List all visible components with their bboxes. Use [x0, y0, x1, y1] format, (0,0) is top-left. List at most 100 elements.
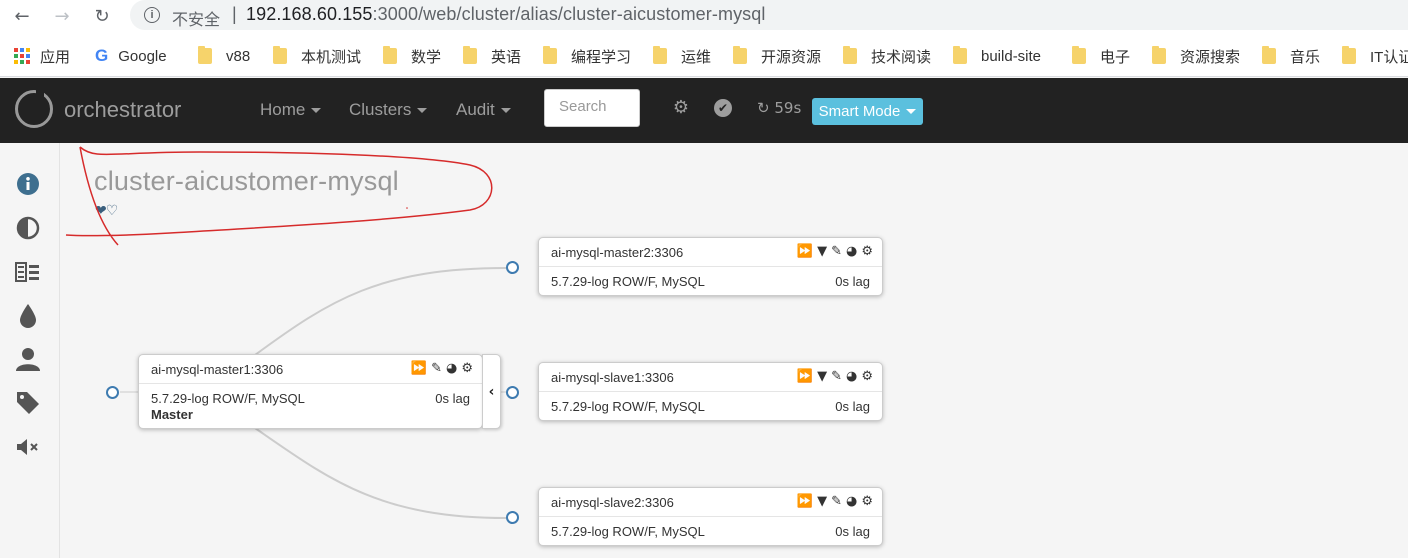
instance-body: 5.7.29-log ROW/F, MySQL 0s lag [539, 392, 882, 414]
bookmark-folder[interactable]: 技术阅读 [843, 46, 931, 66]
reload-button[interactable]: ↻ [90, 4, 114, 28]
tint-icon[interactable] [15, 303, 41, 329]
bookmark-label: IT认证 [1370, 48, 1408, 66]
left-sidebar [0, 143, 60, 558]
instance-version: 5.7.29-log ROW/F, MySQL [151, 391, 305, 406]
orchestrator-logo-icon[interactable] [15, 89, 53, 128]
url-text[interactable]: 192.168.60.155:3000/web/cluster/alias/cl… [246, 4, 765, 25]
instance-box[interactable]: ai-mysql-master2:3306 ⏩ ▼ ✎ ◕ ⚙ 5.7.29-log R… [538, 237, 883, 296]
cog-icon[interactable]: ⚙ [861, 369, 874, 384]
caret-down-icon [500, 108, 511, 114]
forward-icon[interactable]: ⏩ [411, 361, 428, 376]
folder-icon [1072, 46, 1086, 64]
check-circle-icon[interactable]: ✔ [714, 99, 732, 117]
pencil-icon[interactable]: ✎ [431, 361, 443, 376]
bookmark-label: 资源搜索 [1180, 48, 1241, 66]
nav-home-label: Home [260, 100, 306, 119]
page-title: cluster-aicustomer-mysql [94, 166, 399, 196]
bookmark-google[interactable]: G Google [95, 46, 167, 66]
compare-icon[interactable] [15, 259, 41, 285]
filter-icon[interactable]: ▼ [817, 369, 828, 384]
timer-value: 59s [774, 99, 802, 117]
instance-lag: 0s lag [835, 399, 870, 414]
bookmark-apps[interactable]: 应用 [14, 46, 70, 66]
cog-icon[interactable]: ⚙ [671, 97, 691, 118]
bookmark-folder[interactable]: 运维 [653, 46, 711, 66]
bookmark-folder[interactable]: 音乐 [1262, 46, 1320, 66]
back-button[interactable]: ← [10, 4, 34, 28]
instance-name[interactable]: ai-mysql-slave2:3306 [551, 495, 674, 510]
refresh-timer[interactable]: ↻ 59s [757, 99, 801, 117]
pencil-icon[interactable]: ✎ [831, 369, 843, 384]
url-path: :3000/web/cluster/alias/cluster-aicustom… [372, 4, 766, 24]
bookmark-label: 电子 [1100, 48, 1131, 66]
bookmark-folder[interactable]: build-site [953, 46, 1041, 66]
folder-icon [843, 46, 857, 64]
bookmark-label: 数学 [411, 48, 442, 66]
search-input[interactable]: Search [544, 89, 640, 127]
instance-actions: ⏩ ✎ ◕ ⚙ [411, 361, 474, 376]
instance-box[interactable]: ai-mysql-slave2:3306 ⏩ ▼ ✎ ◕ ⚙ 5.7.29-log RO… [538, 487, 883, 546]
bookmark-folder[interactable]: 资源搜索 [1152, 46, 1240, 66]
bookmark-label: build-site [981, 47, 1042, 65]
instance-name[interactable]: ai-mysql-master2:3306 [551, 245, 683, 260]
node-connector[interactable] [506, 511, 519, 524]
volume-off-icon[interactable] [15, 434, 41, 460]
node-connector[interactable] [506, 386, 519, 399]
node-connector[interactable] [106, 386, 119, 399]
node-connector[interactable] [506, 261, 519, 274]
bookmark-label: 本机测试 [301, 48, 362, 66]
address-bar[interactable]: i 不安全 | 192.168.60.155:3000/web/cluster/… [130, 0, 1408, 30]
forward-icon[interactable]: ⏩ [797, 244, 814, 259]
instance-body: 5.7.29-log ROW/F, MySQL Master 0s lag [139, 384, 482, 422]
bookmark-folder[interactable]: 电子 [1072, 46, 1130, 66]
info-icon[interactable]: i [144, 7, 160, 23]
globe-icon[interactable]: ◕ [846, 244, 858, 259]
bookmark-folder[interactable]: 编程学习 [543, 46, 631, 66]
browser-toolbar: ← → ↻ i 不安全 | 192.168.60.155:3000/web/cl… [0, 0, 1408, 32]
instance-name[interactable]: ai-mysql-slave1:3306 [551, 370, 674, 385]
pencil-icon[interactable]: ✎ [831, 244, 843, 259]
globe-icon[interactable]: ◕ [846, 494, 858, 509]
bookmark-label: 应用 [40, 48, 71, 66]
forward-icon[interactable]: ⏩ [797, 369, 814, 384]
instance-box[interactable]: ai-mysql-slave1:3306 ⏩ ▼ ✎ ◕ ⚙ 5.7.29-log RO… [538, 362, 883, 421]
bookmark-folder[interactable]: 数学 [383, 46, 441, 66]
smart-mode-button[interactable]: Smart Mode [812, 98, 923, 125]
folder-icon [1262, 46, 1276, 64]
bookmark-folder[interactable]: 本机测试 [273, 46, 361, 66]
cog-icon[interactable]: ⚙ [461, 361, 474, 376]
bookmark-folder[interactable]: 开源资源 [733, 46, 821, 66]
cog-icon[interactable]: ⚙ [861, 244, 874, 259]
tag-icon[interactable] [15, 390, 41, 416]
bookmark-folder[interactable]: v88 [198, 46, 250, 66]
bookmark-label: v88 [226, 47, 251, 65]
nav-audit-dropdown[interactable]: Audit [456, 100, 511, 120]
pencil-icon[interactable]: ✎ [831, 494, 843, 509]
user-icon[interactable] [15, 346, 41, 372]
nav-home-dropdown[interactable]: Home [260, 100, 322, 120]
instance-lag: 0s lag [435, 391, 470, 406]
bookmark-folder[interactable]: 英语 [463, 46, 521, 66]
folder-icon [1152, 46, 1166, 64]
brand-name[interactable]: orchestrator [64, 97, 181, 123]
forward-button[interactable]: → [50, 4, 74, 28]
forward-icon[interactable]: ⏩ [797, 494, 814, 509]
filter-icon[interactable]: ▼ [817, 494, 828, 509]
filter-icon[interactable]: ▼ [817, 244, 828, 259]
bookmark-label: 技术阅读 [871, 48, 932, 66]
heart-icon[interactable]: ❤♡ [95, 203, 118, 219]
bookmark-folder[interactable]: IT认证 [1342, 46, 1408, 66]
nav-audit-label: Audit [456, 100, 495, 119]
instance-actions: ⏩ ▼ ✎ ◕ ⚙ [797, 244, 874, 259]
globe-icon[interactable]: ◕ [846, 369, 858, 384]
cog-icon[interactable]: ⚙ [861, 494, 874, 509]
nav-clusters-dropdown[interactable]: Clusters [349, 100, 428, 120]
instance-box[interactable]: ai-mysql-master1:3306 ⏩ ✎ ◕ ⚙ 5.7.29-log RO… [138, 354, 483, 429]
collapse-chevron-icon[interactable]: ‹ [482, 354, 501, 429]
instance-header: ai-mysql-slave2:3306 ⏩ ▼ ✎ ◕ ⚙ [539, 488, 882, 517]
info-icon[interactable] [15, 171, 41, 197]
instance-name[interactable]: ai-mysql-master1:3306 [151, 362, 283, 377]
contrast-icon[interactable] [15, 215, 41, 241]
globe-icon[interactable]: ◕ [446, 361, 458, 376]
